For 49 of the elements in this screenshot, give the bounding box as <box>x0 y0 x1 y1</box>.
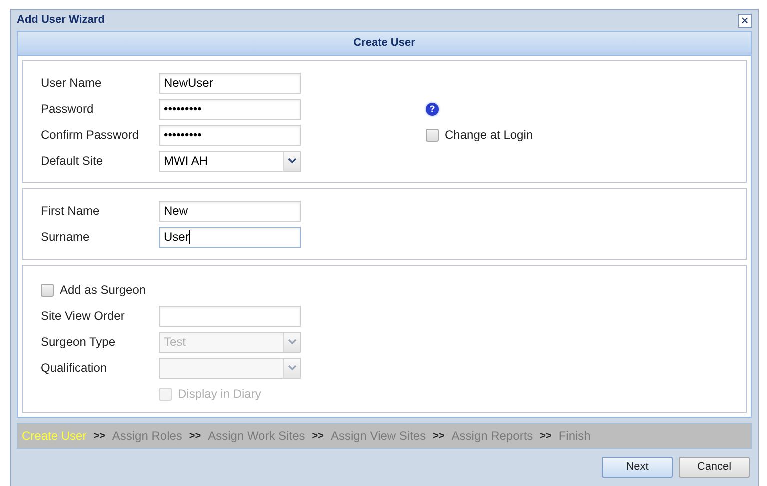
field-label: Surgeon Type <box>40 334 117 351</box>
step-label: Assign View Sites <box>330 428 426 445</box>
cancel-button[interactable]: Cancel <box>679 457 750 478</box>
dropdown-value: MWI AH <box>163 153 209 170</box>
checkbox-label: Add as Surgeon <box>60 282 146 299</box>
input-field[interactable] <box>159 306 301 326</box>
dropdown-field[interactable]: MWI AH <box>159 150 301 172</box>
text-cursor <box>189 230 190 244</box>
step-label: Assign Work Sites <box>208 428 306 445</box>
input-value: New <box>164 203 188 220</box>
panel-header: Create User <box>18 32 751 56</box>
step-separator: >> <box>540 430 552 444</box>
field-label: Surname <box>40 229 91 246</box>
input-field[interactable]: New <box>159 200 301 222</box>
window-title: Add User Wizard <box>17 13 105 28</box>
next-button[interactable]: Next <box>602 457 673 478</box>
input-field[interactable]: ••••••••• <box>159 124 301 146</box>
input-value: ••••••••• <box>164 101 202 118</box>
dropdown-value: Test <box>163 334 188 351</box>
input-value: ••••••••• <box>164 127 202 144</box>
step-label: Assign Roles <box>112 428 182 445</box>
chevron-down-icon <box>288 365 296 371</box>
input-field[interactable]: NewUser <box>159 72 301 94</box>
step-separator: >> <box>189 430 202 444</box>
help-icon[interactable]: ? <box>426 102 439 116</box>
step-label: Finish <box>558 428 591 445</box>
field-label: Password <box>40 101 95 118</box>
close-button[interactable]: × <box>738 14 752 28</box>
step-separator: >> <box>433 430 445 444</box>
field-label: Default Site <box>40 153 104 170</box>
checkbox[interactable] <box>426 128 439 142</box>
checkbox[interactable] <box>41 284 54 296</box>
input-field[interactable]: ••••••••• <box>159 98 301 120</box>
field-label: First Name <box>40 203 101 220</box>
field-label: Site View Order <box>40 308 126 325</box>
field-label: Qualification <box>40 360 108 377</box>
field-label: User Name <box>40 75 103 92</box>
step-separator: >> <box>312 430 324 444</box>
input-value: NewUser <box>164 75 214 92</box>
input-field[interactable]: User <box>159 226 301 248</box>
step-label: Assign Reports <box>452 428 534 445</box>
chevron-down-icon <box>288 339 296 345</box>
checkbox-label: Change at Login <box>445 127 534 144</box>
step-label: Create User <box>22 428 87 445</box>
checkbox-label: Display in Diary <box>178 386 262 403</box>
field-label: Confirm Password <box>40 127 140 144</box>
chevron-down-icon <box>288 158 296 164</box>
step-separator: >> <box>94 430 106 444</box>
input-value: User <box>164 229 190 246</box>
